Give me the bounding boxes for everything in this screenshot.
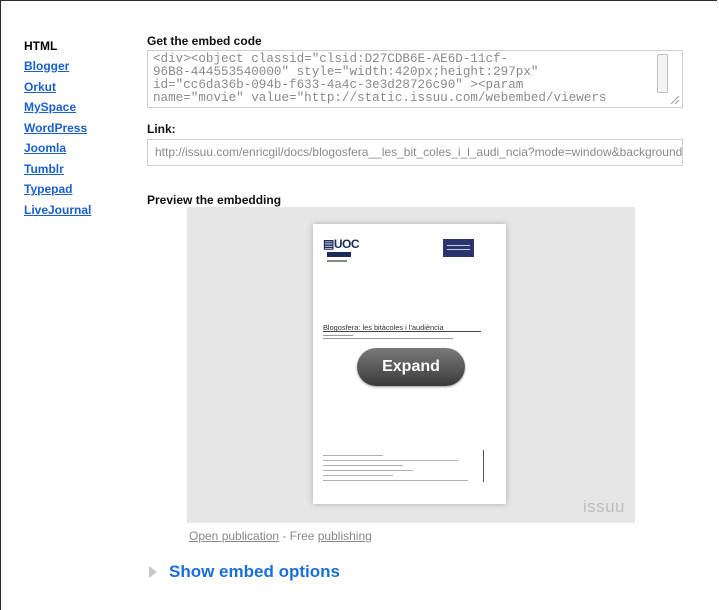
platform-livejournal-link[interactable]: LiveJournal (24, 200, 124, 221)
platform-wordpress-link[interactable]: WordPress (24, 118, 124, 139)
resize-grip-icon[interactable] (669, 94, 679, 104)
platform-orkut-link[interactable]: Orkut (24, 77, 124, 98)
publishing-link[interactable]: publishing (318, 529, 372, 543)
separator-text: - Free (279, 529, 318, 543)
text-line (323, 338, 453, 339)
footer-line (323, 470, 413, 471)
text-line (323, 335, 353, 336)
embed-code-scrollbar[interactable] (657, 54, 668, 93)
footer-line (323, 465, 403, 466)
open-publication-link[interactable]: Open publication (189, 529, 279, 543)
footer-line (323, 460, 458, 461)
title-rule (323, 331, 481, 332)
uoc-logo-icon: ▤ (323, 237, 334, 251)
embed-code-label: Get the embed code (147, 34, 262, 48)
logo-bar (327, 252, 351, 257)
issuu-watermark: issuu (582, 497, 625, 516)
link-input[interactable]: http://issuu.com/enricgil/docs/blogosfer… (147, 139, 683, 166)
preview-label: Preview the embedding (147, 193, 282, 207)
show-embed-options-label: Show embed options (169, 562, 340, 581)
embed-preview[interactable]: ▤UOC Blogosfera: les bitàcoles i l'audiè… (187, 207, 635, 523)
expand-button[interactable]: Expand (357, 348, 465, 386)
platform-html-active: HTML (24, 39, 58, 53)
link-label: Link: (147, 122, 176, 136)
embed-platform-list: HTML Blogger Orkut MySpace WordPress Joo… (24, 36, 124, 220)
logo-subline (327, 260, 347, 262)
platform-typepad-link[interactable]: Typepad (24, 179, 124, 200)
footer-line (323, 475, 393, 476)
expand-triangle-icon (149, 566, 157, 578)
platform-myspace-link[interactable]: MySpace (24, 97, 124, 118)
uoc-logo: ▤UOC (323, 237, 360, 251)
footer-line (323, 480, 468, 481)
embed-code-textarea[interactable]: <div><object classid="clsid:D27CDB6E-AE6… (147, 50, 683, 108)
platform-tumblr-link[interactable]: Tumblr (24, 159, 124, 180)
document-page-thumbnail[interactable]: ▤UOC Blogosfera: les bitàcoles i l'audiè… (313, 224, 506, 504)
show-embed-options-toggle[interactable]: Show embed options (147, 561, 340, 583)
preview-footer: Open publication - Free publishing (189, 529, 372, 543)
footer-line (323, 455, 383, 456)
platform-blogger-link[interactable]: Blogger (24, 56, 124, 77)
footer-rule (483, 450, 484, 482)
embed-code-text: <div><object classid="clsid:D27CDB6E-AE6… (153, 52, 607, 105)
platform-joomla-link[interactable]: Joomla (24, 138, 124, 159)
publisher-badge (443, 239, 474, 257)
